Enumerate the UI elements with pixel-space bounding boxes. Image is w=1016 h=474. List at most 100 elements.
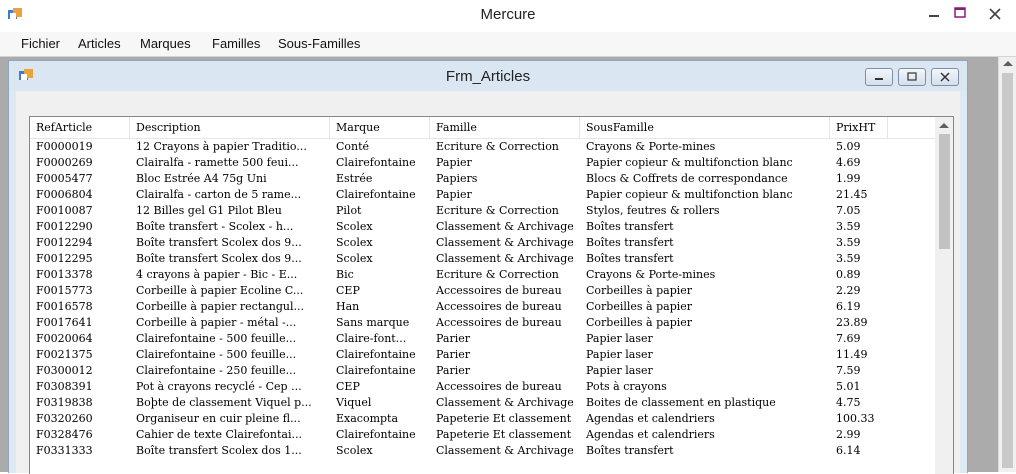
marque-cell[interactable]: Exacompta bbox=[330, 411, 430, 427]
table-row[interactable]: F0012290 Boîte transfert - Scolex - h... S… bbox=[30, 219, 935, 235]
famille-cell[interactable]: Accessoires de bureau bbox=[430, 299, 580, 315]
sousfamille-cell[interactable]: Papier laser bbox=[580, 331, 830, 347]
famille-cell[interactable]: Papeterie Et classement bbox=[430, 411, 580, 427]
marque-cell[interactable]: Clairefontaine bbox=[330, 187, 430, 203]
minimize-icon[interactable] bbox=[922, 4, 946, 24]
description-cell[interactable]: Cahier de texte Clairefontai... bbox=[130, 427, 330, 443]
table-row[interactable]: F0020064 Clairefontaine - 500 feuille... C… bbox=[30, 331, 935, 347]
famille-cell[interactable]: Parier bbox=[430, 331, 580, 347]
sousfamille-cell[interactable]: Crayons & Porte-mines bbox=[580, 139, 830, 155]
ref-cell[interactable]: F0005477 bbox=[30, 171, 130, 187]
ref-cell[interactable]: F0006804 bbox=[30, 187, 130, 203]
famille-cell[interactable]: Classement & Archivage bbox=[430, 251, 580, 267]
sousfamille-cell[interactable]: Boîtes transfert bbox=[580, 219, 830, 235]
description-cell[interactable]: 4 crayons à papier - Bic - E... bbox=[130, 267, 330, 283]
sousfamille-cell[interactable]: Boites de classement en plastique bbox=[580, 395, 830, 411]
description-cell[interactable]: Corbeille à papier Ecoline C... bbox=[130, 283, 330, 299]
ref-cell[interactable]: F0021375 bbox=[30, 347, 130, 363]
table-row[interactable]: F0010087 12 Billes gel G1 Pilot Bleu Pilot… bbox=[30, 203, 935, 219]
famille-cell[interactable]: Ecriture & Correction bbox=[430, 139, 580, 155]
menu-fichier[interactable]: Fichier bbox=[21, 36, 60, 51]
description-cell[interactable]: Bloc Estrée A4 75g Uni bbox=[130, 171, 330, 187]
famille-cell[interactable]: Papiers bbox=[430, 171, 580, 187]
sousfamille-cell[interactable]: Papier laser bbox=[580, 347, 830, 363]
child-minimize-button[interactable] bbox=[865, 68, 893, 86]
column-header-marque[interactable]: Marque bbox=[330, 117, 430, 138]
ref-cell[interactable]: F0331333 bbox=[30, 443, 130, 459]
table-row[interactable]: F0328476 Cahier de texte Clairefontai... C… bbox=[30, 427, 935, 443]
table-row[interactable]: F0005477 Bloc Estrée A4 75g Uni Estrée Papi… bbox=[30, 171, 935, 187]
menu-familles[interactable]: Familles bbox=[212, 36, 260, 51]
famille-cell[interactable]: Classement & Archivage bbox=[430, 219, 580, 235]
main-vertical-scrollbar[interactable] bbox=[998, 57, 1016, 472]
close-icon[interactable] bbox=[978, 4, 1012, 24]
prixht-cell[interactable]: 100.33 bbox=[830, 411, 888, 427]
marque-cell[interactable]: Scolex bbox=[330, 235, 430, 251]
sousfamille-cell[interactable]: Papier laser bbox=[580, 363, 830, 379]
prixht-cell[interactable]: 3.59 bbox=[830, 235, 888, 251]
table-row[interactable]: F0012294 Boîte transfert Scolex dos 9... S… bbox=[30, 235, 935, 251]
prixht-cell[interactable]: 1.99 bbox=[830, 171, 888, 187]
ref-cell[interactable]: F0000019 bbox=[30, 139, 130, 155]
description-cell[interactable]: 12 Crayons à papier Traditio... bbox=[130, 139, 330, 155]
marque-cell[interactable]: CEP bbox=[330, 283, 430, 299]
scroll-up-icon[interactable] bbox=[939, 123, 949, 128]
child-close-button[interactable] bbox=[931, 68, 959, 86]
sousfamille-cell[interactable]: Agendas et calendriers bbox=[580, 411, 830, 427]
description-cell[interactable]: Clairefontaine - 250 feuille... bbox=[130, 363, 330, 379]
famille-cell[interactable]: Accessoires de bureau bbox=[430, 283, 580, 299]
description-cell[interactable]: Boîte transfert Scolex dos 9... bbox=[130, 251, 330, 267]
description-cell[interactable]: Boîte transfert Scolex dos 9... bbox=[130, 235, 330, 251]
prixht-cell[interactable]: 3.59 bbox=[830, 219, 888, 235]
famille-cell[interactable]: Classement & Archivage bbox=[430, 235, 580, 251]
table-row[interactable]: F0006804 Clairalfa - carton de 5 rame... C… bbox=[30, 187, 935, 203]
ref-cell[interactable]: F0016578 bbox=[30, 299, 130, 315]
marque-cell[interactable]: Sans marque bbox=[330, 315, 430, 331]
prixht-cell[interactable]: 11.49 bbox=[830, 347, 888, 363]
description-cell[interactable]: Boþte de classement Viquel p... bbox=[130, 395, 330, 411]
table-row[interactable]: F0331333 Boîte transfert Scolex dos 1... S… bbox=[30, 443, 935, 459]
ref-cell[interactable]: F0319838 bbox=[30, 395, 130, 411]
marque-cell[interactable]: Claire-font... bbox=[330, 331, 430, 347]
child-maximize-button[interactable] bbox=[898, 68, 926, 86]
ref-cell[interactable]: F0308391 bbox=[30, 379, 130, 395]
column-header-description[interactable]: Description bbox=[130, 117, 330, 138]
description-cell[interactable]: Pot à crayons recyclé - Cep ... bbox=[130, 379, 330, 395]
description-cell[interactable]: Boîte transfert Scolex dos 1... bbox=[130, 443, 330, 459]
sousfamille-cell[interactable]: Blocs & Coffrets de correspondance bbox=[580, 171, 830, 187]
description-cell[interactable]: Clairefontaine - 500 feuille... bbox=[130, 347, 330, 363]
description-cell[interactable]: Clairalfa - ramette 500 feui... bbox=[130, 155, 330, 171]
ref-cell[interactable]: F0012290 bbox=[30, 219, 130, 235]
sousfamille-cell[interactable]: Boîtes transfert bbox=[580, 235, 830, 251]
table-row[interactable]: F0021375 Clairefontaine - 500 feuille... C… bbox=[30, 347, 935, 363]
sousfamille-cell[interactable]: Corbeilles à papier bbox=[580, 315, 830, 331]
prixht-cell[interactable]: 6.19 bbox=[830, 299, 888, 315]
prixht-cell[interactable]: 7.69 bbox=[830, 331, 888, 347]
marque-cell[interactable]: Clairefontaine bbox=[330, 363, 430, 379]
table-row[interactable]: F0308391 Pot à crayons recyclé - Cep ... C… bbox=[30, 379, 935, 395]
sousfamille-cell[interactable]: Boîtes transfert bbox=[580, 443, 830, 459]
prixht-cell[interactable]: 5.01 bbox=[830, 379, 888, 395]
table-row[interactable]: F0017641 Corbeille à papier - métal -... S… bbox=[30, 315, 935, 331]
table-row[interactable]: F0012295 Boîte transfert Scolex dos 9... S… bbox=[30, 251, 935, 267]
marque-cell[interactable]: Clairefontaine bbox=[330, 155, 430, 171]
prixht-cell[interactable]: 3.59 bbox=[830, 251, 888, 267]
marque-cell[interactable]: Estrée bbox=[330, 171, 430, 187]
ref-cell[interactable]: F0013378 bbox=[30, 267, 130, 283]
sousfamille-cell[interactable]: Corbeilles à papier bbox=[580, 299, 830, 315]
famille-cell[interactable]: Accessoires de bureau bbox=[430, 379, 580, 395]
sousfamille-cell[interactable]: Stylos, feutres & rollers bbox=[580, 203, 830, 219]
scroll-up-icon[interactable] bbox=[1003, 61, 1013, 66]
marque-cell[interactable]: Scolex bbox=[330, 251, 430, 267]
ref-cell[interactable]: F0010087 bbox=[30, 203, 130, 219]
grid-vertical-scrollbar[interactable] bbox=[935, 117, 953, 474]
maximize-icon[interactable] bbox=[948, 4, 972, 24]
description-cell[interactable]: Corbeille à papier - métal -... bbox=[130, 315, 330, 331]
famille-cell[interactable]: Parier bbox=[430, 363, 580, 379]
ref-cell[interactable]: F0015773 bbox=[30, 283, 130, 299]
sousfamille-cell[interactable]: Papier copieur & multifonction blanc bbox=[580, 155, 830, 171]
ref-cell[interactable]: F0000269 bbox=[30, 155, 130, 171]
marque-cell[interactable]: Scolex bbox=[330, 443, 430, 459]
description-cell[interactable]: Clairefontaine - 500 feuille... bbox=[130, 331, 330, 347]
prixht-cell[interactable]: 4.75 bbox=[830, 395, 888, 411]
